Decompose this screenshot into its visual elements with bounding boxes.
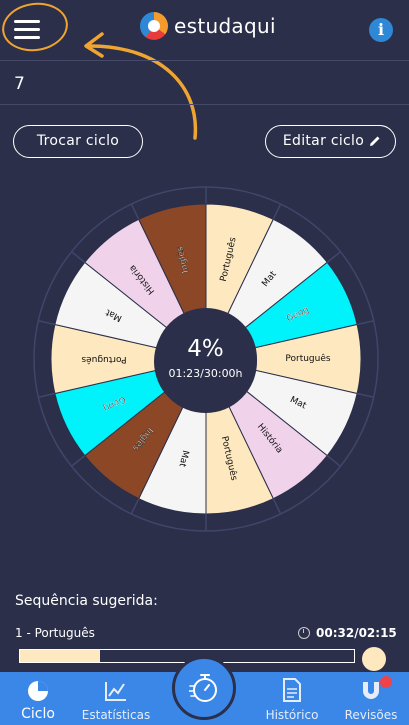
nav-estatisticas-label: Estatísticas xyxy=(81,708,151,722)
wheel-divider xyxy=(272,498,282,515)
nav-historico[interactable]: Histórico xyxy=(257,672,327,725)
top-bar: estudaqui i xyxy=(0,0,409,140)
stopwatch-icon xyxy=(189,674,217,702)
editar-ciclo-label: Editar ciclo xyxy=(282,133,365,149)
progress-percent: 4% xyxy=(187,336,224,362)
nav-ciclo[interactable]: Ciclo xyxy=(5,672,71,725)
clock-icon xyxy=(298,627,310,639)
sequence-item: 1 - Português xyxy=(15,626,95,640)
app-name: estudaqui xyxy=(174,14,276,38)
wheel-divider xyxy=(272,203,282,220)
wheel-divider xyxy=(356,319,374,326)
wheel-divider xyxy=(356,392,374,399)
wheel-divider xyxy=(71,251,86,263)
pencil-icon xyxy=(370,136,380,146)
sequence-time: 00:32/02:15 xyxy=(316,626,397,640)
logo-mark-icon xyxy=(140,12,168,40)
pie-chart-icon xyxy=(28,681,48,701)
document-icon xyxy=(283,678,301,702)
wheel-divider xyxy=(38,319,56,326)
wheel-divider xyxy=(326,455,341,467)
divider xyxy=(0,104,409,105)
nav-historico-label: Histórico xyxy=(265,708,319,722)
nav-revisoes-label: Revisões xyxy=(344,708,398,722)
trocar-ciclo-button[interactable]: Trocar ciclo xyxy=(13,125,143,158)
notification-badge xyxy=(380,676,392,688)
nav-estatisticas[interactable]: Estatísticas xyxy=(76,672,156,725)
divider xyxy=(0,60,409,61)
sequence-progress-fill xyxy=(20,650,101,662)
app-logo: estudaqui xyxy=(140,12,276,40)
cycle-number: 7 xyxy=(14,74,25,94)
line-chart-icon xyxy=(105,682,126,701)
nav-ciclo-label: Ciclo xyxy=(21,706,55,722)
wheel-divider xyxy=(38,392,56,399)
highlight-ring xyxy=(0,0,72,56)
nav-revisoes[interactable]: Revisões xyxy=(338,672,404,725)
wheel-divider xyxy=(130,498,140,515)
wheel-segment-label: Português xyxy=(81,354,127,365)
progress-time: 01:23/30:00h xyxy=(168,367,243,380)
wheel-divider xyxy=(71,455,86,467)
editar-ciclo-button[interactable]: Editar ciclo xyxy=(265,125,396,158)
wheel-divider xyxy=(326,251,341,263)
wheel-center: 4% 01:23/30:00h xyxy=(154,310,257,413)
info-icon[interactable]: i xyxy=(369,18,393,42)
wheel-divider xyxy=(130,203,140,220)
progress-knob xyxy=(362,647,386,671)
trocar-ciclo-label: Trocar ciclo xyxy=(36,133,120,149)
magnet-icon xyxy=(363,682,379,699)
wheel-segment-label: Português xyxy=(285,353,331,364)
timer-button[interactable] xyxy=(172,656,236,720)
sequence-title: Sequência sugerida: xyxy=(15,593,158,609)
